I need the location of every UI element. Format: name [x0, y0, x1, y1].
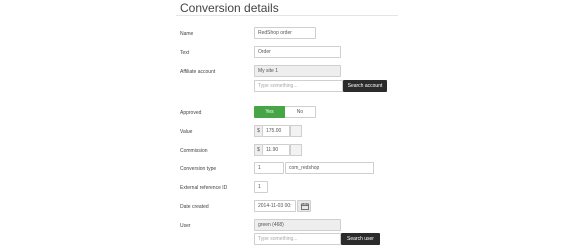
commission-label: Commission: [180, 148, 208, 154]
conversion-type-label: Conversion type: [180, 166, 217, 172]
external-reference-label: External reference ID: [180, 185, 228, 191]
affiliate-account-label: Affiliate account: [180, 69, 216, 75]
name-label: Name: [180, 31, 194, 37]
calendar-icon: [301, 203, 309, 210]
affiliate-account-field: My site 1: [254, 65, 341, 77]
name-field[interactable]: RedShop order: [254, 27, 316, 39]
conversion-type-id-field[interactable]: 1: [254, 162, 284, 174]
value-suffix-addon: [290, 125, 302, 137]
user-field: green (468): [254, 219, 341, 231]
approved-label: Approved: [180, 110, 202, 116]
external-reference-field[interactable]: 1: [254, 181, 268, 193]
commission-field[interactable]: 11.90: [262, 144, 290, 156]
affiliate-account-search-input[interactable]: Type something...: [254, 80, 343, 92]
approved-no-button[interactable]: No: [285, 106, 316, 118]
page-title: Conversion details: [180, 1, 279, 15]
date-picker-button[interactable]: [297, 200, 311, 212]
commission-suffix-addon: [290, 144, 302, 156]
value-field[interactable]: 175.00: [262, 125, 290, 137]
text-label: Text: [180, 50, 190, 56]
title-divider: [176, 15, 398, 16]
date-created-label: Date created: [180, 204, 209, 210]
value-label: Value: [180, 129, 193, 135]
conversion-type-name-field[interactable]: com_redshop: [285, 162, 374, 174]
approved-toggle: Yes No: [254, 106, 316, 118]
conversion-details-page: Conversion details Name RedShop order Te…: [0, 0, 576, 252]
user-label: User: [180, 223, 191, 229]
search-account-button[interactable]: Search account: [343, 80, 387, 92]
commission-currency-addon: $: [254, 144, 262, 156]
user-search-input[interactable]: Type something...: [254, 233, 341, 245]
value-currency-addon: $: [254, 125, 262, 137]
text-field[interactable]: Order: [254, 46, 341, 58]
date-created-field[interactable]: 2014-11-03 00:: [254, 200, 296, 212]
approved-yes-button[interactable]: Yes: [254, 106, 285, 118]
search-user-button[interactable]: Search user: [341, 233, 380, 245]
